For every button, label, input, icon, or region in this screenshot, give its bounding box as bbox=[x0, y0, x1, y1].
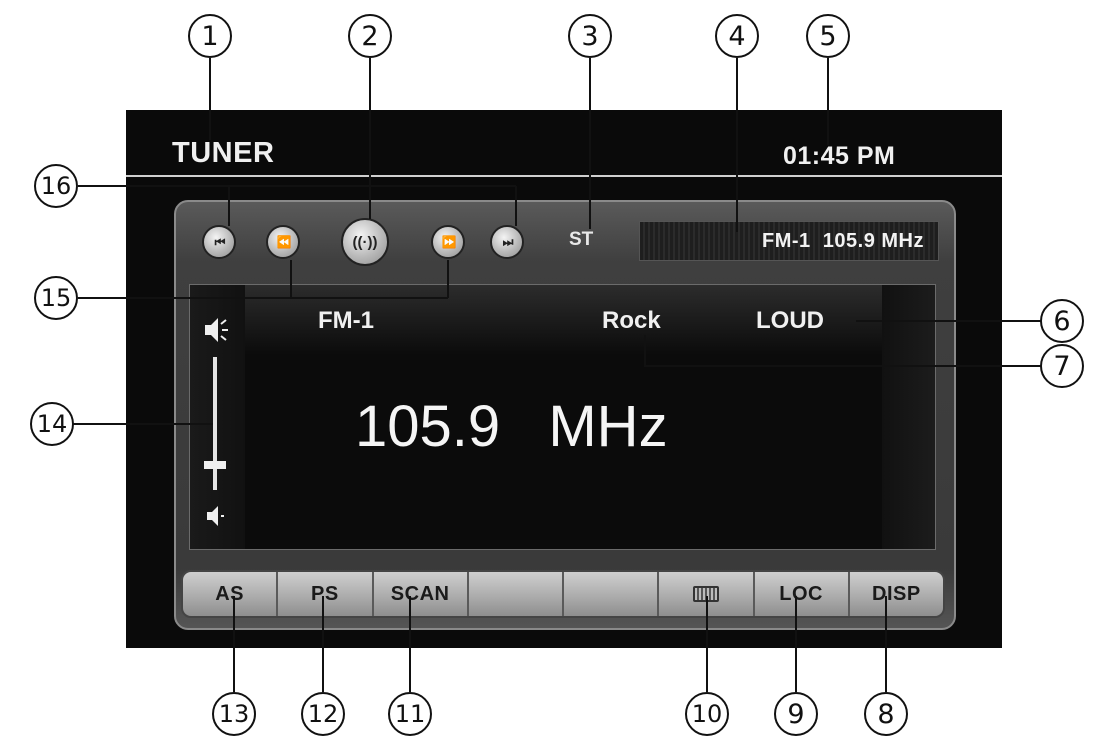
callout-9: 9 bbox=[774, 692, 818, 736]
callout-11: 11 bbox=[388, 692, 432, 736]
callout-1: 1 bbox=[188, 14, 232, 58]
callout-2: 2 bbox=[348, 14, 392, 58]
callout-lines bbox=[72, 58, 1042, 692]
callout-7: 7 bbox=[1040, 344, 1084, 388]
callout-5: 5 bbox=[806, 14, 850, 58]
callout-14: 14 bbox=[30, 402, 74, 446]
callout-15: 15 bbox=[34, 276, 78, 320]
callout-3: 3 bbox=[568, 14, 612, 58]
callout-8: 8 bbox=[864, 692, 908, 736]
callout-12: 12 bbox=[301, 692, 345, 736]
callout-4: 4 bbox=[715, 14, 759, 58]
callout-16: 16 bbox=[34, 164, 78, 208]
callout-6: 6 bbox=[1040, 299, 1084, 343]
callout-13: 13 bbox=[212, 692, 256, 736]
callout-10: 10 bbox=[685, 692, 729, 736]
